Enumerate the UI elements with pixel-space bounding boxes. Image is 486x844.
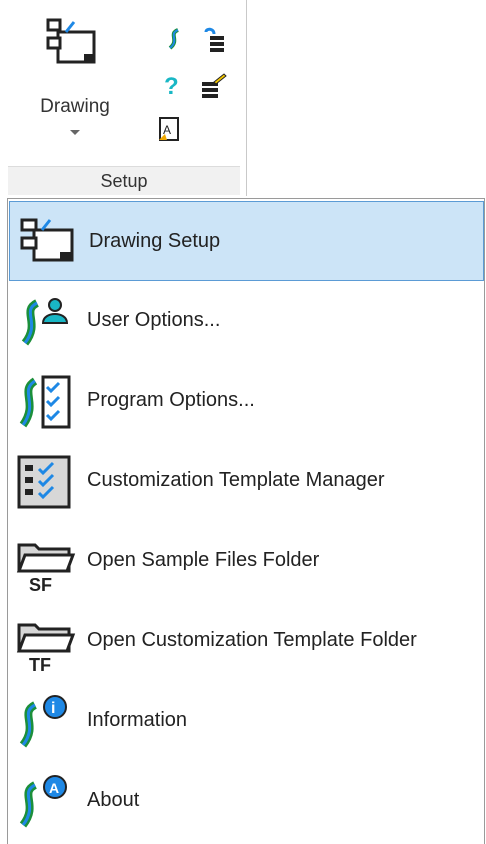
menu-item-label: Open Sample Files Folder [87, 549, 320, 571]
svg-text:TF: TF [29, 655, 51, 673]
edit-list-icon[interactable] [200, 72, 228, 100]
sample-folder-icon: SF [16, 543, 76, 593]
drawing-button[interactable]: Drawing [20, 8, 130, 158]
menu-item-label: Drawing Setup [89, 230, 221, 252]
menu-item-open-sample-files-folder[interactable]: SF Open Sample Files Folder [9, 521, 484, 601]
template-manager-icon [17, 455, 71, 509]
drawing-setup-icon [20, 218, 74, 262]
drawing-button-label: Drawing [40, 96, 110, 117]
menu-item-template-manager[interactable]: Customization Template Manager [9, 441, 484, 521]
menu-item-program-options[interactable]: Program Options... [9, 361, 484, 441]
svg-text:i: i [51, 700, 55, 717]
svg-text:A: A [49, 780, 59, 796]
swirl-icon[interactable] [160, 26, 188, 54]
menu-item-label: Information [87, 709, 188, 731]
drawing-setup-icon [46, 18, 96, 64]
undo-list-icon[interactable] [200, 26, 228, 54]
app-stage: Drawing ? A Setup Drawing Setup User Opt… [0, 0, 486, 844]
menu-item-about[interactable]: A About [9, 761, 484, 841]
about-icon: A [19, 775, 67, 828]
template-folder-icon: TF [16, 623, 76, 673]
setup-dropdown-menu: Drawing Setup User Options... Program Op… [7, 198, 485, 844]
svg-text:SF: SF [29, 575, 52, 593]
menu-item-label: Program Options... [87, 389, 255, 411]
menu-item-label: Open Customization Template Folder [87, 629, 417, 651]
text-file-icon[interactable]: A [156, 116, 184, 144]
menu-item-label: User Options... [87, 309, 221, 331]
user-options-icon [21, 298, 69, 346]
ribbon-setup-group: Drawing ? A Setup [0, 0, 247, 196]
menu-item-open-customization-template-folder[interactable]: TF Open Customization Template Folder [9, 601, 484, 681]
help-icon[interactable]: ? [158, 72, 186, 100]
menu-item-user-options[interactable]: User Options... [9, 281, 484, 361]
menu-item-information[interactable]: i Information [9, 681, 484, 761]
menu-item-drawing-setup[interactable]: Drawing Setup [9, 201, 484, 281]
svg-text:?: ? [164, 73, 179, 100]
information-icon: i [19, 695, 67, 748]
program-options-icon [19, 375, 71, 429]
menu-item-label: Customization Template Manager [87, 469, 385, 491]
group-label-setup: Setup [8, 166, 240, 195]
menu-item-label: About [87, 789, 140, 811]
chevron-down-icon [70, 130, 80, 135]
